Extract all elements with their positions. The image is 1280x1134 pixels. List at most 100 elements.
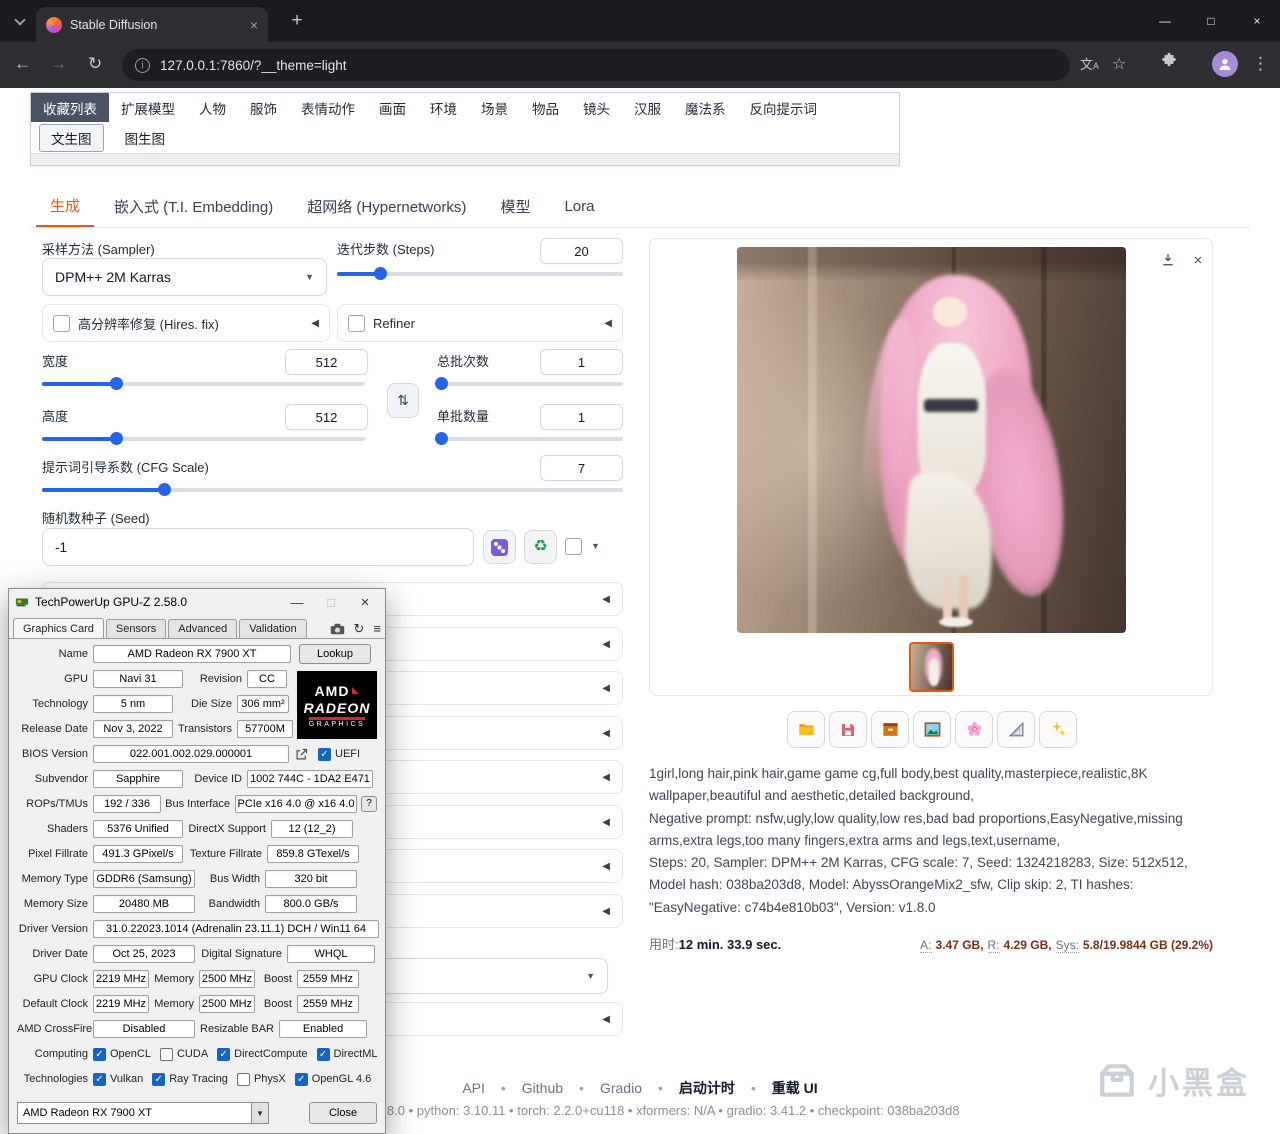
category-tab-scene[interactable]: 画面 [367, 93, 418, 122]
gpuz-tab-advanced[interactable]: Advanced [168, 619, 238, 638]
computing-directcompute[interactable]: ✓ DirectCompute [217, 1047, 308, 1061]
slider-knob[interactable] [373, 267, 387, 280]
seed-extra-checkbox[interactable] [565, 538, 582, 555]
tab-generate[interactable]: 生成 [36, 186, 95, 227]
tech-raytracing[interactable]: ✓ Ray Tracing [152, 1072, 228, 1086]
footer-link-reload-ui[interactable]: 重载 UI [772, 1078, 818, 1098]
category-tab-camera[interactable]: 镜头 [571, 93, 622, 122]
batch-count-slider[interactable] [434, 377, 623, 390]
browser-tab[interactable]: Stable Diffusion × [36, 7, 268, 42]
gpuz-close-button[interactable]: × [351, 594, 379, 611]
steps-input[interactable] [540, 238, 623, 264]
address-bar[interactable]: i 127.0.0.1:7860/?__theme=light [122, 49, 1070, 81]
category-tab-clothing[interactable]: 服饰 [238, 93, 289, 122]
reuse-seed-button[interactable]: ♻ [524, 530, 557, 564]
gpuz-tab-sensors[interactable]: Sensors [105, 619, 167, 638]
site-info-icon[interactable]: i [135, 57, 150, 73]
browser-menu-icon[interactable]: ⋮ [1252, 54, 1269, 74]
cfg-scale-slider[interactable] [42, 483, 623, 496]
tab-img2img[interactable]: 图生图 [114, 125, 177, 151]
gpuz-tab-graphics-card[interactable]: Graphics Card [13, 618, 104, 638]
download-icon[interactable] [1158, 250, 1178, 270]
forward-icon[interactable]: → [50, 54, 67, 74]
category-tab-environment[interactable]: 环境 [418, 93, 469, 122]
category-tab-expression[interactable]: 表情动作 [289, 93, 367, 122]
lookup-button[interactable]: Lookup [299, 644, 371, 664]
gpuz-tab-validation[interactable]: Validation [239, 619, 307, 638]
category-tab-character[interactable]: 人物 [187, 93, 238, 122]
seed-input[interactable] [42, 528, 474, 566]
gpuz-close-window-button[interactable]: Close [309, 1102, 377, 1124]
translate-icon[interactable]: 文A [1080, 54, 1099, 73]
bus-help-button[interactable]: ? [361, 796, 377, 812]
profile-avatar[interactable] [1212, 51, 1238, 77]
random-seed-button[interactable] [483, 530, 516, 564]
uefi-checkbox[interactable]: ✓ [318, 747, 331, 761]
tab-close-icon[interactable]: × [250, 17, 258, 33]
save-button[interactable] [829, 711, 867, 748]
send-to-img2img-button[interactable] [913, 711, 951, 748]
menu-icon[interactable]: ≡ [373, 622, 381, 635]
sampler-dropdown[interactable]: DPM++ 2M Karras ▼ [42, 258, 327, 296]
hires-fix-panel[interactable]: 高分辨率修复 (Hires. fix) ◀ [42, 304, 330, 342]
gpuz-titlebar[interactable]: TechPowerUp GPU-Z 2.58.0 — □ × [9, 589, 385, 615]
category-tab-items[interactable]: 物品 [520, 93, 571, 122]
refiner-checkbox[interactable] [348, 314, 365, 332]
hires-fix-checkbox[interactable] [53, 314, 70, 332]
tab-txt2img[interactable]: 文生图 [39, 123, 104, 152]
height-slider[interactable] [42, 432, 365, 445]
footer-link-gradio[interactable]: Gradio [600, 1080, 642, 1096]
tech-vulkan[interactable]: ✓ Vulkan [93, 1072, 143, 1086]
extensions-icon[interactable] [1160, 52, 1178, 75]
gpuz-minimize-button[interactable]: — [283, 595, 311, 610]
refiner-panel[interactable]: Refiner ◀ [337, 304, 623, 342]
category-tab-magic[interactable]: 魔法系 [673, 93, 738, 122]
camera-icon[interactable] [330, 623, 345, 635]
slider-knob[interactable] [110, 377, 124, 390]
batch-size-slider[interactable] [434, 432, 623, 445]
footer-link-api[interactable]: API [462, 1080, 485, 1096]
back-icon[interactable]: ← [14, 54, 31, 74]
tech-opengl[interactable]: ✓ OpenGL 4.6 [294, 1072, 371, 1086]
tab-search-chevron-icon[interactable] [10, 12, 30, 32]
footer-link-github[interactable]: Github [522, 1080, 563, 1096]
batch-size-input[interactable] [540, 404, 623, 430]
batch-count-input[interactable] [540, 349, 623, 375]
tech-physx[interactable]: PhysX [236, 1072, 286, 1086]
maximize-button[interactable]: □ [1188, 0, 1234, 42]
refresh-icon[interactable]: ↻ [354, 622, 365, 635]
width-input[interactable] [285, 349, 368, 375]
swap-width-height-button[interactable]: ⇅ [387, 383, 419, 418]
computing-directml[interactable]: ✓ DirectML [316, 1047, 378, 1061]
computing-cuda[interactable]: CUDA [159, 1047, 208, 1061]
bookmark-star-icon[interactable]: ☆ [1112, 54, 1126, 74]
category-tab-hanfu[interactable]: 汉服 [622, 93, 673, 122]
minimize-button[interactable]: — [1142, 0, 1188, 42]
footer-link-startup-timer[interactable]: 启动计时 [679, 1078, 735, 1098]
close-preview-icon[interactable]: × [1188, 250, 1208, 270]
cfg-scale-input[interactable] [540, 455, 623, 481]
tab-checkpoints[interactable]: 模型 [486, 186, 544, 227]
slider-knob[interactable] [158, 483, 171, 496]
tab-hypernetworks[interactable]: 超网络 (Hypernetworks) [293, 186, 480, 227]
send-to-inpaint-button[interactable] [955, 711, 993, 748]
category-tab-extended-models[interactable]: 扩展模型 [109, 93, 187, 122]
category-tab-negative[interactable]: 反向提示词 [738, 93, 830, 122]
uefi-checkbox-group[interactable]: ✓ UEFI [318, 747, 360, 761]
generated-image[interactable] [737, 247, 1126, 633]
gpuz-window[interactable]: TechPowerUp GPU-Z 2.58.0 — □ × Graphics … [8, 588, 386, 1134]
steps-slider[interactable] [337, 267, 623, 280]
sparkles-button[interactable] [1039, 711, 1077, 748]
tab-lora[interactable]: Lora [550, 186, 608, 227]
reload-icon[interactable]: ↻ [88, 54, 102, 74]
category-tab-setting[interactable]: 场景 [469, 93, 520, 122]
new-tab-button[interactable]: + [284, 8, 310, 34]
share-bios-button[interactable] [294, 747, 309, 762]
gallery-thumbnail-selected[interactable] [909, 642, 954, 692]
save-zip-button[interactable] [871, 711, 909, 748]
send-to-extras-button[interactable] [997, 711, 1035, 748]
category-tab-favorites[interactable]: 收藏列表 [31, 93, 109, 122]
computing-opencl[interactable]: ✓ OpenCL [93, 1047, 151, 1061]
gpuz-device-select[interactable]: AMD Radeon RX 7900 XT ▼ [17, 1102, 269, 1124]
tab-ti-embedding[interactable]: 嵌入式 (T.I. Embedding) [100, 186, 287, 227]
